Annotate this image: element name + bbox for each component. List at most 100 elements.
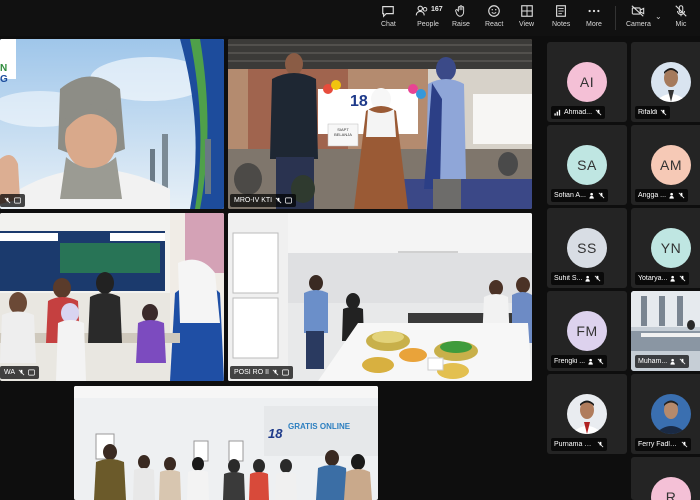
people-button[interactable]: 167 People <box>413 4 443 34</box>
avatar: SS <box>567 228 607 268</box>
mic-off-mini-icon <box>678 192 685 199</box>
avatar <box>567 394 607 434</box>
participant-tile[interactable]: Purnama H... <box>547 374 627 454</box>
participant-tile[interactable]: SS Suhit S... <box>547 208 627 288</box>
video-tile-hall[interactable]: 18 GRATIS ONLINE <box>74 386 378 500</box>
mic-off-mini-icon <box>681 441 688 448</box>
sign-text: SIAPT BELANJA <box>334 127 352 137</box>
participant-tile[interactable]: AI Ahmad... <box>547 42 627 122</box>
signal-icon <box>554 109 561 116</box>
avatar: SA <box>567 145 607 185</box>
participant-tile[interactable]: YN Yotarya... <box>631 208 700 288</box>
camera-button[interactable]: Camera <box>626 4 651 34</box>
toolbar-divider <box>615 6 616 30</box>
notes-button[interactable]: Notes <box>552 4 570 34</box>
mic-off-mini-icon <box>660 109 667 116</box>
raise-label: Raise <box>452 21 470 28</box>
tile-label: POSI RO II <box>230 366 294 379</box>
mic-off-mini-icon <box>272 369 279 376</box>
event-video-frame <box>228 39 532 209</box>
camera-label: Camera <box>626 21 651 28</box>
notes-label: Notes <box>552 21 571 28</box>
participant-name: MRO-IV KTI <box>234 197 273 204</box>
participant-name-tag: Ahmad... <box>551 106 606 119</box>
react-label: React <box>485 21 504 28</box>
notes-icon <box>554 4 568 18</box>
meeting-toolbar: Chat 167 People Raise React View Notes M… <box>0 0 700 36</box>
participant-tile[interactable]: SA Sofian A... <box>547 125 627 205</box>
participant-name-tag: Purnama H... <box>551 438 607 451</box>
avatar: R <box>651 477 691 500</box>
mic-off-mini-icon <box>594 275 601 282</box>
raise-hand-button[interactable]: Raise <box>452 4 470 34</box>
people-mini-icon <box>588 358 595 365</box>
view-button[interactable]: View <box>519 4 534 34</box>
video-tile-presenter[interactable]: NG <box>0 39 224 209</box>
hand-icon <box>454 4 468 18</box>
hall-video-frame <box>74 386 378 500</box>
chat-label: Chat <box>381 21 396 28</box>
mic-off-mini-icon <box>18 369 25 376</box>
people-count: 167 <box>431 6 443 13</box>
avatar <box>651 394 691 434</box>
participant-tile-room[interactable]: Muham... <box>631 291 700 371</box>
avatar: FM <box>567 311 607 351</box>
banner-text: NG <box>0 63 8 85</box>
react-button[interactable]: React <box>485 4 503 34</box>
participant-name-tag: Yotarya... <box>635 272 690 285</box>
meeting-room-video-frame <box>228 213 532 381</box>
participant-name-tag: Angga ... <box>635 189 689 202</box>
mic-button[interactable]: Mic <box>674 4 688 34</box>
grid-view-icon <box>520 4 534 18</box>
avatar: AM <box>651 145 691 185</box>
people-label: People <box>417 21 439 28</box>
banner-number: 18 <box>268 426 283 441</box>
more-mini-icon[interactable] <box>14 197 21 204</box>
video-tile-mro-iv-kti[interactable]: 18 SIAPT BELANJA MRO-IV KTI <box>228 39 532 209</box>
mic-off-mini-icon <box>598 192 605 199</box>
participant-name-tag: Suhit S... <box>551 272 605 285</box>
participant-tile[interactable]: R <box>631 457 700 500</box>
more-label: More <box>586 21 602 28</box>
mic-label: Mic <box>675 21 687 28</box>
mic-off-icon <box>674 4 688 18</box>
avatar: YN <box>651 228 691 268</box>
participant-name-tag: Rifaldi <box>635 106 671 119</box>
mic-off-mini-icon <box>275 197 282 204</box>
participant-tile[interactable]: AM Angga ... <box>631 125 700 205</box>
chat-icon <box>381 4 395 18</box>
banner-number: 18 <box>350 93 368 110</box>
people-mini-icon <box>585 275 592 282</box>
camera-options-chevron-icon[interactable]: ⌄ <box>655 12 662 21</box>
participant-tile[interactable]: FM Frengki ... <box>547 291 627 371</box>
people-mini-icon <box>669 192 676 199</box>
camera-off-icon <box>631 4 645 18</box>
mic-off-mini-icon <box>597 358 604 365</box>
tile-label: WA <box>0 366 40 379</box>
mic-off-mini-icon <box>4 197 11 204</box>
participant-name-tag: Muham... <box>635 355 690 368</box>
participant-name: POSI RO II <box>234 369 270 376</box>
video-tile-posi-ro-ii[interactable]: POSI RO II <box>228 213 532 381</box>
participant-tile[interactable]: Ferry Fadli ... <box>631 374 700 454</box>
chat-button[interactable]: Chat <box>381 4 396 34</box>
tile-label <box>0 194 25 207</box>
view-label: View <box>519 21 535 28</box>
mic-off-mini-icon <box>679 275 686 282</box>
more-mini-icon[interactable] <box>28 369 35 376</box>
people-mini-icon <box>589 192 596 199</box>
mic-off-mini-icon <box>595 109 602 116</box>
video-tile-wa[interactable]: WA <box>0 213 224 381</box>
more-mini-icon[interactable] <box>285 197 293 204</box>
people-mini-icon <box>670 358 677 365</box>
avatar <box>651 62 691 102</box>
classroom-video-frame <box>0 213 224 381</box>
mic-off-mini-icon <box>679 358 686 365</box>
people-mini-icon <box>670 275 677 282</box>
participant-name: WA <box>4 369 16 376</box>
people-icon <box>415 4 429 18</box>
more-button[interactable]: More <box>586 4 602 34</box>
participant-tile[interactable]: Rifaldi <box>631 42 700 122</box>
more-mini-icon[interactable] <box>282 369 289 376</box>
tile-label: MRO-IV KTI <box>230 194 297 207</box>
